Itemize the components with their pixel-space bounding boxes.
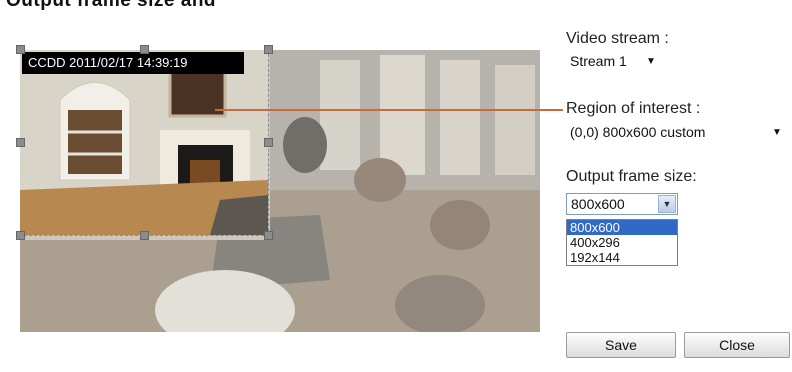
save-button[interactable]: Save: [566, 332, 676, 358]
video-stream-value: Stream 1: [570, 53, 627, 69]
roi-handle-mid-left[interactable]: [16, 138, 25, 147]
roi-value: (0,0) 800x600 custom: [570, 124, 706, 140]
roi-handle-bottom-left[interactable]: [16, 231, 25, 240]
timestamp-overlay: CCDD 2011/02/17 14:39:19: [22, 52, 244, 74]
roi-callout-line: [215, 109, 563, 111]
region-of-interest-box[interactable]: [20, 50, 269, 236]
roi-handle-top-mid[interactable]: [140, 45, 149, 54]
output-frame-size-value: 800x600: [571, 196, 625, 212]
camera-view[interactable]: CCDD 2011/02/17 14:39:19: [20, 50, 540, 332]
output-frame-size-dropdown[interactable]: 800x600 400x296 192x144: [566, 219, 678, 266]
roi-handle-bottom-right[interactable]: [264, 231, 273, 240]
roi-handle-top-right[interactable]: [264, 45, 273, 54]
chevron-down-icon: ▼: [646, 56, 656, 67]
dropdown-option[interactable]: 800x600: [567, 220, 677, 235]
close-button[interactable]: Close: [684, 332, 790, 358]
roi-handle-bottom-mid[interactable]: [140, 231, 149, 240]
roi-handle-top-left[interactable]: [16, 45, 25, 54]
roi-scene: [20, 50, 268, 235]
chevron-down-icon[interactable]: ▼: [658, 195, 676, 213]
dropdown-option[interactable]: 192x144: [567, 250, 677, 265]
section-title: Output frame size and: [6, 0, 217, 11]
dropdown-option[interactable]: 400x296: [567, 235, 677, 250]
roi-select[interactable]: (0,0) 800x600 custom ▼: [570, 124, 785, 144]
roi-handle-mid-right[interactable]: [264, 138, 273, 147]
chevron-down-icon: ▼: [772, 127, 782, 138]
output-frame-size-label: Output frame size:: [566, 168, 697, 185]
output-frame-size-select[interactable]: 800x600 ▼: [566, 193, 678, 215]
video-stream-label: Video stream :: [566, 30, 669, 47]
video-stream-select[interactable]: Stream 1 ▼: [570, 53, 664, 73]
roi-label: Region of interest :: [566, 100, 701, 117]
